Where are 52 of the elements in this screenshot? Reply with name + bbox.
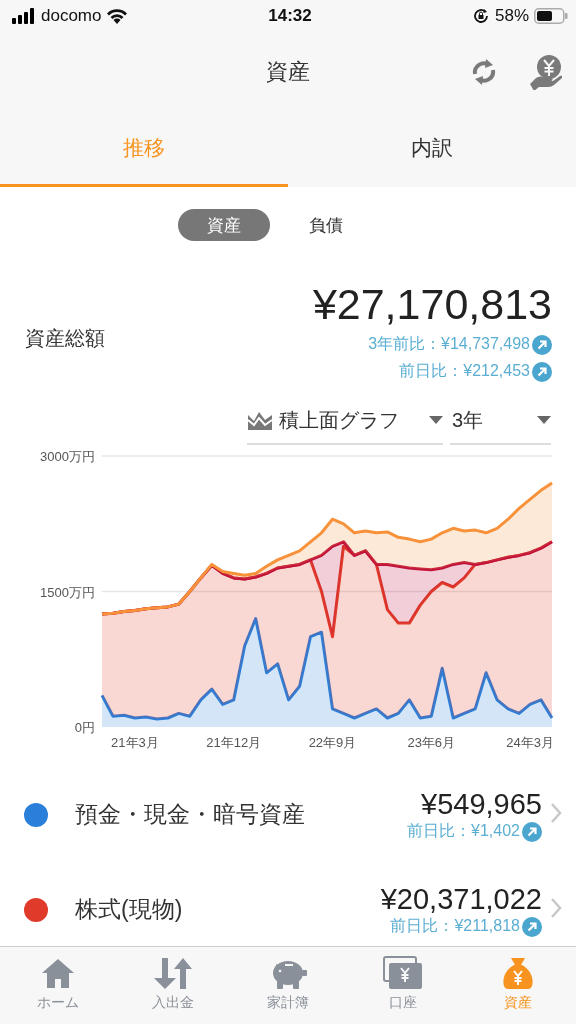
change-amount: 3年前比：¥14,737,498 xyxy=(368,334,530,354)
arrow-up-right-icon xyxy=(522,821,542,842)
yen-hand-button[interactable] xyxy=(528,54,562,90)
category-name: 株式(現物) xyxy=(75,895,184,924)
refresh-button[interactable] xyxy=(470,56,498,88)
dropdown[interactable]: 積上面グラフ xyxy=(247,399,443,445)
x-axis-label: 24年3月 xyxy=(506,735,554,750)
arrow-up-right-icon xyxy=(532,334,552,355)
tab-bar-item[interactable]: 家計簿 xyxy=(230,947,346,1024)
page-title: 資産 xyxy=(266,58,310,86)
caret-down-icon xyxy=(429,416,443,424)
carrier-name: docomo xyxy=(41,6,102,26)
chevron-right-icon xyxy=(550,896,562,919)
x-axis-label: 23年6月 xyxy=(407,735,456,750)
signal-icon xyxy=(12,8,36,24)
change-amount: 前日比：¥211,818 xyxy=(390,916,520,936)
tab-bar-item[interactable]: 資産 xyxy=(460,947,576,1024)
money-bag-icon xyxy=(501,956,536,990)
dropdown[interactable]: 3年 xyxy=(450,399,551,445)
segment-tab[interactable]: 資産 xyxy=(178,209,270,241)
y-axis-label: 3000万円 xyxy=(40,449,95,464)
tab-bar-item[interactable]: 口座 xyxy=(345,947,461,1024)
battery-icon xyxy=(534,8,568,24)
tab[interactable]: 内訳 xyxy=(288,112,576,187)
wallet-cards-icon xyxy=(383,956,424,990)
battery-percent: 58% xyxy=(495,6,529,26)
up-down-arrows-icon xyxy=(153,956,192,990)
rotation-lock-icon xyxy=(472,7,490,25)
y-axis-label: 0円 xyxy=(74,720,95,735)
caret-down-icon xyxy=(537,416,551,424)
home-icon xyxy=(40,956,75,990)
x-axis-label: 22年9月 xyxy=(308,735,357,750)
chevron-right-icon xyxy=(550,801,562,824)
category-amount: ¥549,965 xyxy=(421,787,542,821)
wifi-icon xyxy=(106,8,129,24)
change-amount: 前日比：¥1,402 xyxy=(407,821,520,841)
change-amount: 前日比：¥212,453 xyxy=(399,361,530,381)
category-amount: ¥20,371,022 xyxy=(380,882,542,916)
y-axis-label: 1500万円 xyxy=(40,584,95,600)
refresh-icon xyxy=(470,56,498,88)
arrow-up-right-icon xyxy=(522,916,542,937)
segment-tab[interactable]: 負債 xyxy=(280,209,372,241)
tab-bar-item[interactable]: 入出金 xyxy=(115,947,231,1024)
total-assets-label: 資産総額 xyxy=(25,325,106,351)
category-name: 預金・現金・暗号資産 xyxy=(75,800,306,829)
total-amount: ¥27,170,813 xyxy=(312,279,552,330)
arrow-up-right-icon xyxy=(532,361,552,382)
x-axis-label: 21年3月 xyxy=(111,735,159,750)
x-axis-label: 21年12月 xyxy=(206,735,262,750)
coin-on-hand-icon xyxy=(528,54,562,90)
tab-bar-item[interactable]: ホーム xyxy=(0,947,116,1024)
clock: 14:32 xyxy=(268,6,312,26)
